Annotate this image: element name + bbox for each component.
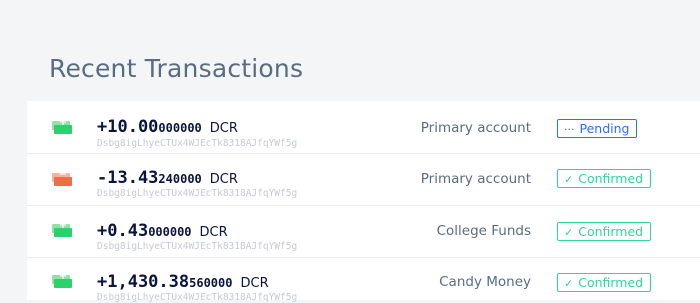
- check-icon: ✓: [564, 226, 574, 239]
- transaction-account: Candy Money: [439, 274, 531, 290]
- wallet-receive-icon: +: [52, 221, 72, 238]
- transaction-amount: +0.43000000 DCR: [97, 221, 228, 241]
- ellipsis-icon: ···: [564, 123, 575, 136]
- transaction-amount: -13.43240000 DCR: [97, 168, 238, 188]
- check-icon: ✓: [564, 277, 574, 290]
- status-badge: ✓ Confirmed: [557, 169, 652, 188]
- wallet-receive-icon: +: [52, 272, 72, 289]
- transaction-amount: +1,430.38560000 DCR: [97, 272, 269, 292]
- transaction-account: College Funds: [436, 223, 531, 239]
- transactions-list: + +10.00000000 DCR Dsbg8igLhyeCTUx4WJEcTk…: [27, 101, 700, 303]
- transaction-address: Dsbg8igLhyeCTUx4WJEcTk8318AJfqYWf5g: [97, 241, 298, 252]
- transaction-amount: +10.00000000 DCR: [97, 117, 238, 137]
- status-badge: ··· Pending: [557, 119, 638, 138]
- page-title: Recent Transactions: [49, 54, 304, 83]
- status-badge: ✓ Confirmed: [557, 273, 652, 292]
- transaction-address: Dsbg8igLhyeCTUx4WJEcTk8318AJfqYWf5g: [97, 292, 298, 303]
- transaction-row[interactable]: + +1,430.38560000 DCR Dsbg8igLhyeCTUx4WJE…: [27, 257, 700, 303]
- check-icon: ✓: [564, 173, 574, 186]
- transaction-account: Primary account: [420, 171, 531, 187]
- transaction-row[interactable]: − -13.43240000 DCR Dsbg8igLhyeCTUx4WJEcTk…: [27, 153, 700, 206]
- transaction-address: Dsbg8igLhyeCTUx4WJEcTk8318AJfqYWf5g: [97, 188, 298, 199]
- wallet-send-icon: −: [52, 170, 72, 187]
- transaction-row[interactable]: + +10.00000000 DCR Dsbg8igLhyeCTUx4WJEcTk…: [27, 101, 700, 154]
- transaction-account: Primary account: [420, 120, 531, 136]
- wallet-receive-icon: +: [52, 118, 72, 135]
- transaction-address: Dsbg8igLhyeCTUx4WJEcTk8318AJfqYWf5g: [97, 138, 298, 149]
- transaction-row[interactable]: + +0.43000000 DCR Dsbg8igLhyeCTUx4WJEcTk8…: [27, 205, 700, 258]
- status-badge: ✓ Confirmed: [557, 222, 652, 241]
